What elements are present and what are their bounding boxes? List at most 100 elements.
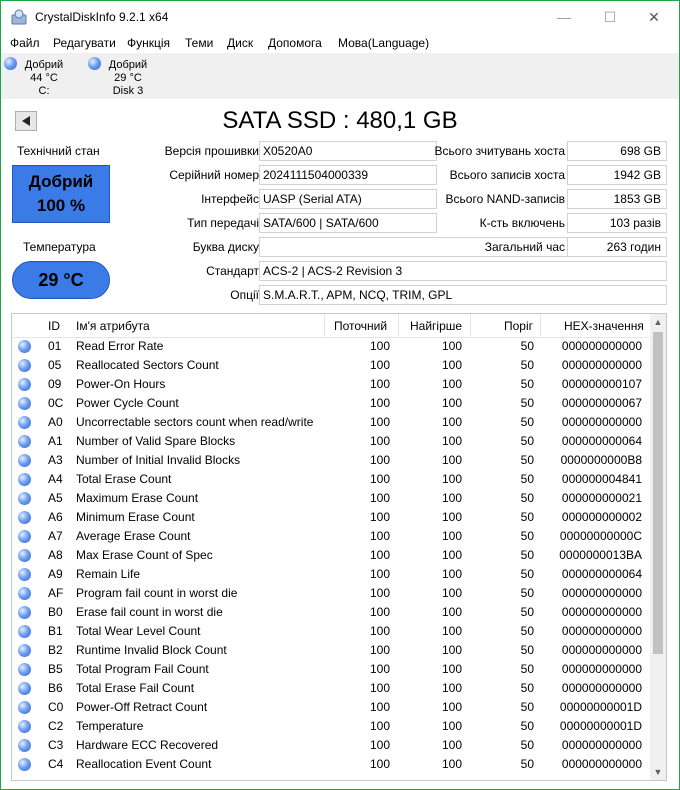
table-row[interactable]: A0 Uncorrectable sectors count when read/… xyxy=(12,413,652,432)
cell-threshold: 50 xyxy=(520,567,534,581)
firmware-value: X0520A0 xyxy=(259,141,437,161)
status-good-icon xyxy=(18,492,31,505)
header-worst[interactable]: Найгірше xyxy=(410,319,462,333)
table-row[interactable]: 01 Read Error Rate 100 100 50 000000000000 xyxy=(12,337,652,356)
header-raw[interactable]: HEX-значення xyxy=(564,319,644,333)
serial-label: Серійний номер xyxy=(169,168,259,182)
table-row[interactable]: A4 Total Erase Count 100 100 50 000000004841 xyxy=(12,470,652,489)
cell-threshold: 50 xyxy=(520,529,534,543)
table-row[interactable]: 09 Power-On Hours 100 100 50 000000000107 xyxy=(12,375,652,394)
scroll-down-icon[interactable]: ▼ xyxy=(650,764,666,780)
table-header: ID Ім'я атрибута Поточний Найгірше Поріг… xyxy=(12,314,652,338)
cell-worst: 100 xyxy=(441,548,462,562)
cell-threshold: 50 xyxy=(520,396,534,410)
disk-tab-name: Disk 3 xyxy=(112,85,144,97)
table-row[interactable]: B1 Total Wear Level Count 100 100 50 00000000… xyxy=(12,622,652,641)
cell-worst: 100 xyxy=(441,605,462,619)
power-on-hours-label: Загальний час xyxy=(484,240,565,254)
firmware-label: Версія прошивки xyxy=(164,144,259,158)
table-row[interactable]: B2 Runtime Invalid Block Count 100 100 50 000… xyxy=(12,641,652,660)
cell-current: 100 xyxy=(369,643,390,657)
status-good-icon xyxy=(18,511,31,524)
drive-letter-label: Буква диску xyxy=(192,240,259,254)
menu-file[interactable]: Файл xyxy=(10,36,40,50)
header-divider xyxy=(540,314,541,337)
header-threshold[interactable]: Поріг xyxy=(504,319,533,333)
table-row[interactable]: A5 Maximum Erase Count 100 100 50 00000000002… xyxy=(12,489,652,508)
cell-raw: 000000000002 xyxy=(561,510,642,524)
disk-tab-disk3[interactable]: Добрий 29 °C Disk 3 xyxy=(88,55,168,101)
menu-edit[interactable]: Редагувати xyxy=(53,36,116,50)
status-good-icon xyxy=(18,530,31,543)
cell-id: A9 xyxy=(48,567,63,581)
cell-worst: 100 xyxy=(441,586,462,600)
cell-worst: 100 xyxy=(441,757,462,771)
cell-current: 100 xyxy=(369,491,390,505)
cell-raw: 000000000000 xyxy=(561,738,642,752)
cell-threshold: 50 xyxy=(520,586,534,600)
cell-worst: 100 xyxy=(441,738,462,752)
header-name[interactable]: Ім'я атрибута xyxy=(76,319,150,333)
cell-raw: 000000000067 xyxy=(561,396,642,410)
cell-name: Total Wear Level Count xyxy=(76,624,201,638)
table-row[interactable]: B6 Total Erase Fail Count 100 100 50 00000000… xyxy=(12,679,652,698)
scrollbar-thumb[interactable] xyxy=(653,332,663,654)
cell-worst: 100 xyxy=(441,434,462,448)
table-row[interactable]: 05 Reallocated Sectors Count 100 100 50 00000… xyxy=(12,356,652,375)
vertical-scrollbar[interactable]: ▲ ▼ xyxy=(650,314,666,780)
scroll-up-icon[interactable]: ▲ xyxy=(650,314,666,330)
header-current[interactable]: Поточний xyxy=(334,319,387,333)
cell-raw: 000000000000 xyxy=(561,757,642,771)
menu-help[interactable]: Допомога xyxy=(268,36,322,50)
cell-raw: 000000000064 xyxy=(561,567,642,581)
table-row[interactable]: C2 Temperature 100 100 50 00000000001D xyxy=(12,717,652,736)
temperature-label: Температура xyxy=(23,240,96,254)
smart-attributes-table[interactable]: ID Ім'я атрибута Поточний Найгірше Поріг… xyxy=(11,313,667,781)
cell-current: 100 xyxy=(369,415,390,429)
power-on-hours-value: 263 годин xyxy=(567,237,667,257)
menu-function[interactable]: Функція xyxy=(127,36,170,50)
table-row[interactable]: C3 Hardware ECC Recovered 100 100 50 00000000… xyxy=(12,736,652,755)
standard-label: Стандарт xyxy=(206,264,259,278)
cell-id: A4 xyxy=(48,472,63,486)
health-label: Технічний стан xyxy=(17,144,100,158)
table-row[interactable]: C0 Power-Off Retract Count 100 100 50 0000000… xyxy=(12,698,652,717)
table-row[interactable]: 0C Power Cycle Count 100 100 50 000000000067 xyxy=(12,394,652,413)
cell-raw: 000000000000 xyxy=(561,339,642,353)
temperature-badge[interactable]: 29 °C xyxy=(12,261,110,299)
menu-themes[interactable]: Теми xyxy=(185,36,213,50)
window-title: CrystalDiskInfo 9.2.1 x64 xyxy=(35,10,169,24)
health-status: Добрий xyxy=(28,172,94,191)
disk-tab-c[interactable]: Добрий 44 °C C: xyxy=(4,55,84,99)
table-row[interactable]: AF Program fail count in worst die 100 100 5… xyxy=(12,584,652,603)
close-button[interactable]: ✕ xyxy=(631,1,677,33)
menu-language[interactable]: Мова(Language) xyxy=(338,36,429,50)
host-writes-value: 1942 GB xyxy=(567,165,667,185)
menu-disk[interactable]: Диск xyxy=(227,36,253,50)
table-row[interactable]: A9 Remain Life 100 100 50 000000000064 xyxy=(12,565,652,584)
table-row[interactable]: B0 Erase fail count in worst die 100 100 50 0… xyxy=(12,603,652,622)
cell-current: 100 xyxy=(369,586,390,600)
table-row[interactable]: A6 Minimum Erase Count 100 100 50 00000000000… xyxy=(12,508,652,527)
status-good-icon xyxy=(18,606,31,619)
minimize-button[interactable]: — xyxy=(541,1,587,33)
cell-name: Total Erase Count xyxy=(76,472,172,486)
disk-tab-temp: 29 °C xyxy=(114,72,142,84)
cell-name: Read Error Rate xyxy=(76,339,164,353)
table-row[interactable]: A1 Number of Valid Spare Blocks 100 100 50 00… xyxy=(12,432,652,451)
health-status-badge[interactable]: Добрий 100 % xyxy=(12,165,110,223)
cell-id: A7 xyxy=(48,529,63,543)
table-row[interactable]: A3 Number of Initial Invalid Blocks 100 100… xyxy=(12,451,652,470)
table-row[interactable]: A8 Max Erase Count of Spec 100 100 50 0000000… xyxy=(12,546,652,565)
table-row[interactable]: A7 Average Erase Count 100 100 50 00000000000… xyxy=(12,527,652,546)
power-on-count-value: 103 разів xyxy=(567,213,667,233)
status-good-icon xyxy=(18,663,31,676)
header-id[interactable]: ID xyxy=(48,319,60,333)
disk-tab-status: Добрий xyxy=(24,59,64,71)
maximize-button[interactable]: ☐ xyxy=(587,1,633,33)
table-row[interactable]: C4 Reallocation Event Count 100 100 50 000000… xyxy=(12,755,652,774)
cell-current: 100 xyxy=(369,434,390,448)
cell-current: 100 xyxy=(369,662,390,676)
cell-threshold: 50 xyxy=(520,738,534,752)
table-row[interactable]: B5 Total Program Fail Count 100 100 50 000000… xyxy=(12,660,652,679)
